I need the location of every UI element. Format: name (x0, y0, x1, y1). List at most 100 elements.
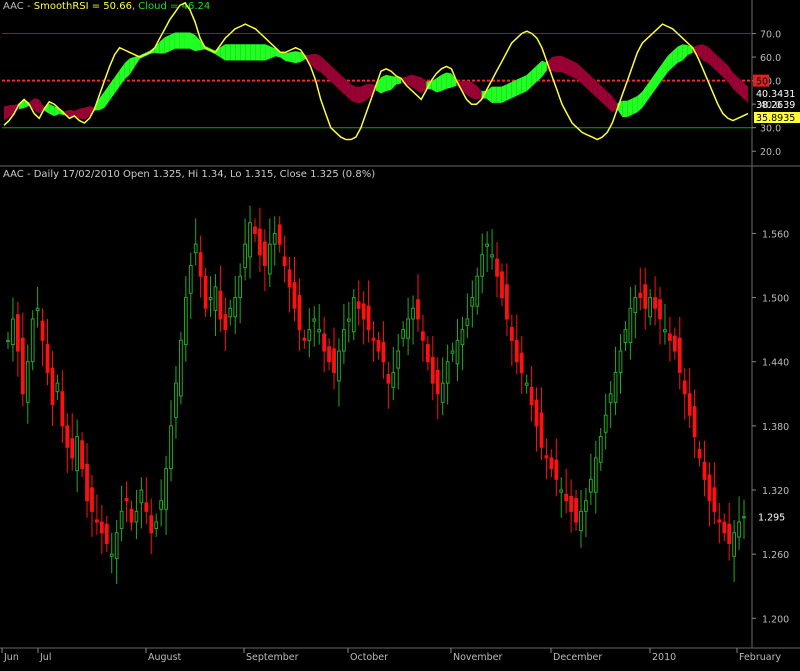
last-price-label: 1.295 (758, 513, 785, 524)
cloud-band-up (441, 72, 447, 92)
candle-up (109, 553, 114, 557)
candle-up (35, 307, 40, 311)
cloud-band-down (79, 107, 85, 120)
candle-up (243, 243, 247, 269)
candle-down (253, 226, 257, 234)
cloud-band-up (250, 44, 256, 61)
candle-up (648, 297, 653, 318)
cloud-band-up (446, 72, 452, 89)
cloud-band-up (49, 103, 55, 117)
cloud-band-up (496, 86, 502, 103)
candle-down (544, 455, 549, 459)
candle-down (519, 352, 524, 373)
cloud-band-down (572, 60, 578, 80)
chart-canvas[interactable]: 70.060.050.040.030.020.05040.343138.2639… (0, 0, 800, 671)
x-tick-label: Jun (3, 652, 19, 663)
candle-down (692, 406, 697, 438)
candle-up (351, 297, 356, 333)
cloud-band-up (230, 44, 236, 61)
candle-down (366, 305, 371, 331)
candle-down (529, 386, 534, 405)
candle-up (450, 350, 455, 354)
cloud-band-up (164, 34, 170, 54)
candle-down (16, 314, 20, 352)
cloud-band-up (290, 51, 296, 64)
candle-up (475, 275, 480, 307)
candle-down (356, 301, 361, 309)
cloud-band-up (270, 46, 276, 59)
candle-up (164, 468, 168, 510)
cloud-band-down (320, 56, 326, 77)
cloud-band-up (295, 51, 301, 64)
cloud-band-down (597, 81, 603, 103)
cloud-band-down (602, 86, 608, 108)
candle-up (485, 243, 490, 247)
candle-down (668, 333, 672, 341)
candle-up (663, 329, 667, 333)
cloud-band-up (225, 44, 231, 61)
candle-down (727, 523, 732, 544)
cloud-band-up (516, 77, 522, 96)
cloud-band-up (531, 65, 537, 87)
cloud-band-down (416, 75, 422, 94)
candle-down (302, 337, 307, 341)
candle-up (490, 254, 494, 258)
candle-down (702, 461, 707, 480)
candle-up (524, 382, 529, 386)
candle-down (416, 299, 420, 320)
candle-up (188, 265, 193, 294)
candle-down (658, 299, 662, 320)
candle-down (85, 463, 89, 502)
candle-up (55, 382, 60, 393)
cloud-band-up (245, 44, 251, 61)
cloud-band-up (506, 81, 512, 101)
candle-down (90, 487, 94, 512)
cloud-band-down (587, 72, 593, 94)
chart-window: AAC - SmoothRSI = 50.66, Cloud = 46.24 A… (0, 0, 800, 671)
candle-up (183, 297, 188, 346)
candle-down (505, 284, 509, 320)
cloud-band-up (285, 52, 291, 63)
candle-up (25, 361, 30, 403)
candle-down (435, 369, 440, 395)
cloud-band-up (179, 32, 185, 49)
candle-up (30, 318, 35, 363)
candle-up (238, 275, 243, 299)
candle-down (549, 457, 554, 470)
cloud-band-up (265, 44, 271, 61)
cloud-band-up (235, 44, 241, 61)
candle-up (208, 297, 213, 301)
cloud-band-down (340, 74, 346, 96)
candle-down (70, 438, 75, 459)
candle-up (559, 489, 564, 493)
candle-up (154, 521, 159, 529)
candle-up (337, 350, 341, 382)
cloud-band-down (722, 60, 728, 82)
candle-down (722, 521, 727, 534)
cloud-band-down (732, 72, 738, 94)
candle-down (682, 380, 687, 395)
candle-down (643, 284, 648, 309)
candle-up (139, 489, 144, 504)
candle-down (564, 493, 569, 502)
cloud-band-down (607, 91, 613, 113)
candle-up (445, 361, 450, 384)
candle-down (421, 331, 425, 341)
candle-up (11, 318, 15, 346)
candle-up (174, 382, 178, 418)
cloud-band-up (622, 100, 628, 117)
candle-down (687, 393, 692, 416)
candle-up (588, 478, 593, 493)
x-tick-label: February (739, 652, 781, 663)
candle-up (470, 297, 475, 307)
candle-down (258, 228, 262, 256)
candle-down (292, 282, 297, 309)
cloud-band-up (184, 32, 190, 49)
cloud-band-down (335, 70, 341, 92)
candle-up (401, 329, 406, 339)
cloud-band-up (536, 60, 542, 82)
cloud-band-up (521, 74, 527, 94)
candle-down (149, 515, 154, 534)
candle-up (742, 516, 746, 519)
cloud-band-up (174, 32, 180, 49)
